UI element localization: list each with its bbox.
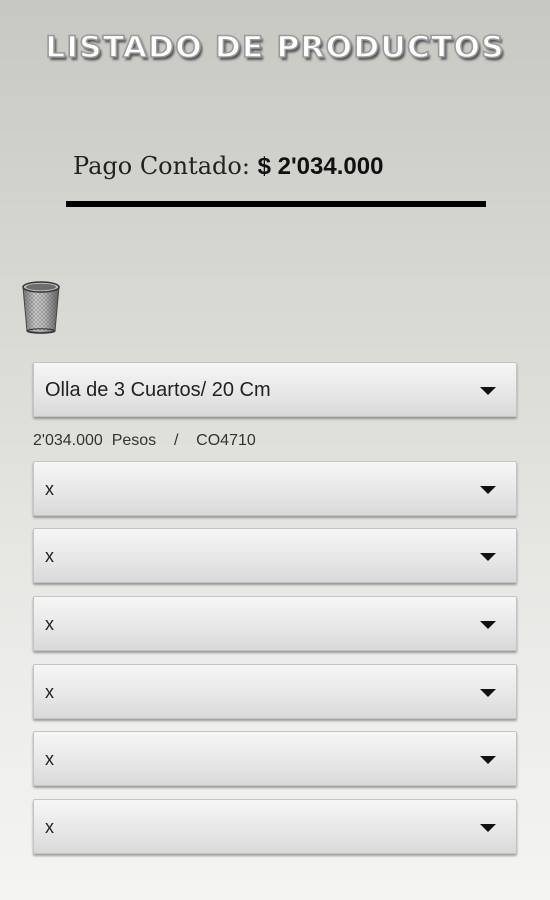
product-select-3[interactable]: x xyxy=(33,528,517,583)
product-select-value: x xyxy=(45,682,54,702)
product-select-value: Olla de 3 Cuartos/ 20 Cm xyxy=(45,379,271,401)
product-select-value: x xyxy=(45,479,54,499)
product-select-value: x xyxy=(45,614,54,634)
divider xyxy=(66,201,486,207)
delete-button[interactable] xyxy=(20,278,62,334)
payment-summary: Pago Contado: $ 2'034.000 xyxy=(73,152,383,181)
product-detail: 2'034.000 Pesos / CO4710 xyxy=(33,432,256,450)
product-select-6[interactable]: x xyxy=(33,731,517,786)
product-select[interactable]: Olla de 3 Cuartos/ 20 Cm xyxy=(33,362,517,417)
product-code: CO4710 xyxy=(196,432,256,449)
payment-currency: $ xyxy=(257,153,271,180)
chevron-down-icon xyxy=(480,553,496,561)
product-unit: Pesos xyxy=(111,432,157,449)
product-select-7[interactable]: x xyxy=(33,799,517,854)
product-select-5[interactable]: x xyxy=(33,664,517,719)
chevron-down-icon xyxy=(480,689,496,697)
chevron-down-icon xyxy=(480,756,496,764)
payment-label: Pago Contado: xyxy=(73,152,258,180)
chevron-down-icon xyxy=(480,486,496,494)
page-title: LISTADO DE PRODUCTOS xyxy=(44,29,505,65)
trash-can-icon xyxy=(22,281,60,334)
product-price: 2'034.000 xyxy=(33,432,103,449)
payment-amount: 2'034.000 xyxy=(277,153,384,180)
chevron-down-icon xyxy=(480,824,496,832)
product-select-2[interactable]: x xyxy=(33,461,517,516)
product-select-value: x xyxy=(45,749,54,769)
product-select-value: x xyxy=(45,546,54,566)
chevron-down-icon xyxy=(480,621,496,629)
product-select-value: x xyxy=(45,817,54,837)
chevron-down-icon xyxy=(480,387,496,395)
product-select-4[interactable]: x xyxy=(33,596,517,651)
